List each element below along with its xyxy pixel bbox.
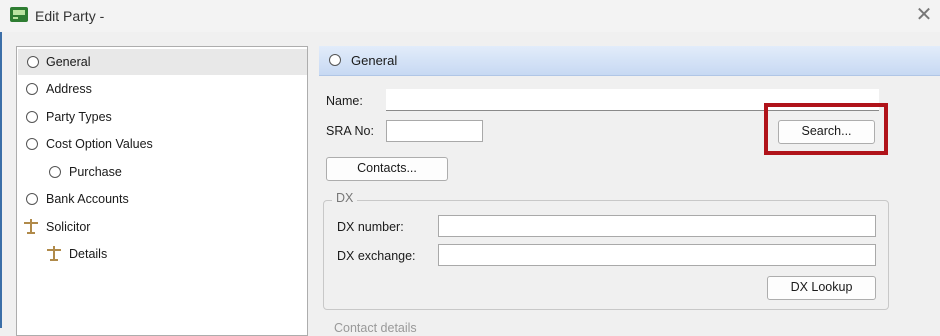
nav-item-label: Details — [69, 247, 108, 261]
dx-lookup-button[interactable]: DX Lookup — [767, 276, 876, 300]
window-title: Edit Party - — [35, 8, 105, 24]
title-bar: Edit Party - ✕ — [0, 0, 940, 32]
nav-item-label: Purchase — [69, 165, 122, 179]
radio-icon — [26, 83, 38, 95]
radio-icon — [27, 56, 39, 68]
close-icon[interactable]: ✕ — [912, 2, 936, 28]
nav-item-label: General — [46, 55, 91, 69]
nav-item-label: Bank Accounts — [46, 192, 129, 206]
highlight-box — [764, 103, 888, 155]
section-header: General — [319, 46, 940, 76]
contact-details-legend: Contact details — [334, 321, 417, 335]
nav-item-label: Cost Option Values — [46, 137, 153, 151]
dx-number-label: DX number: — [337, 220, 404, 234]
dx-exchange-label: DX exchange: — [337, 249, 416, 263]
nav-item-label: Party Types — [46, 110, 112, 124]
dx-exchange-input[interactable] — [438, 244, 876, 266]
radio-icon — [26, 138, 38, 150]
window-edge-accent — [0, 32, 2, 328]
scales-icon — [47, 246, 61, 262]
radio-icon — [329, 54, 341, 66]
name-label: Name: — [326, 94, 363, 108]
nav-item-label: Address — [46, 82, 92, 96]
navigation-tree: General Address Party Types Cost Option … — [16, 46, 308, 336]
dx-number-input[interactable] — [438, 215, 876, 237]
sra-input[interactable] — [386, 120, 483, 142]
nav-item-label: Solicitor — [46, 220, 91, 234]
nav-item-general[interactable]: General — [18, 49, 307, 75]
section-title: General — [351, 53, 398, 68]
contacts-button[interactable]: Contacts... — [326, 157, 448, 181]
radio-icon — [49, 166, 61, 178]
dx-group-legend: DX — [332, 191, 358, 205]
radio-icon — [26, 193, 38, 205]
sra-label: SRA No: — [326, 124, 374, 138]
app-icon — [10, 7, 28, 22]
scales-icon — [24, 219, 38, 235]
radio-icon — [26, 111, 38, 123]
